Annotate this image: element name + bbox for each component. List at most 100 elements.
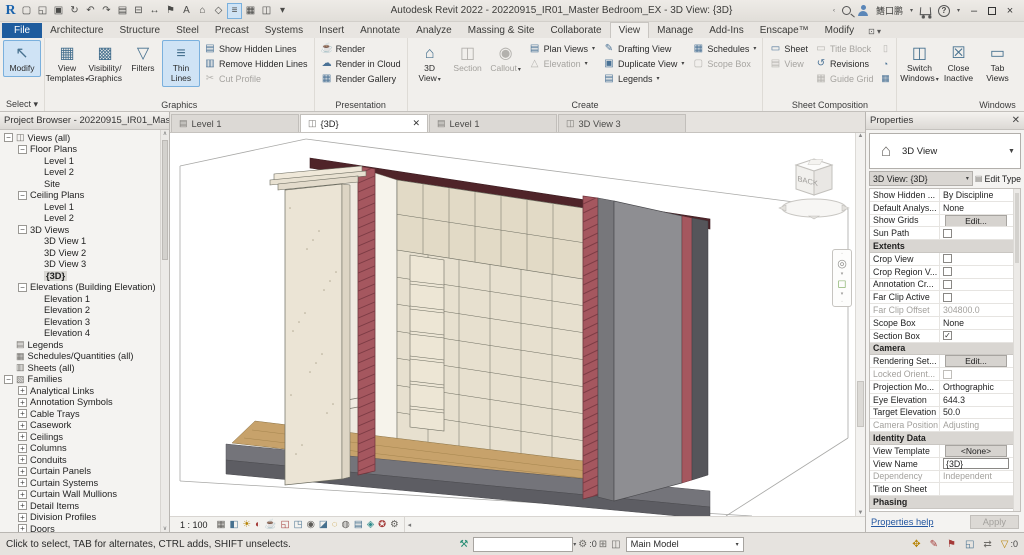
tree-item-conduits[interactable]: +Conduits [2, 454, 169, 466]
switchwindows-button[interactable]: ◫SwitchWindows▾ [900, 40, 938, 87]
presentation-group-label[interactable]: Presentation [315, 98, 407, 111]
checkbox-far-clip-active[interactable] [943, 293, 952, 302]
expand-icon[interactable]: + [18, 501, 27, 510]
ribbon-tab-file[interactable]: File [2, 23, 42, 38]
canvas-vertical-scrollbar[interactable]: ▲ ▼ [855, 133, 865, 516]
checkbox-sun-path[interactable] [943, 229, 952, 238]
tree-item-3d-view-3[interactable]: 3D View 3 [2, 259, 169, 271]
customize-qat-icon[interactable]: ▾ [275, 3, 290, 19]
property-value[interactable]: By Discipline [940, 189, 1020, 201]
plan-views-button[interactable]: ▤Plan Views▾ [526, 41, 598, 56]
collapse-arrow-icon[interactable]: ‹ [833, 8, 835, 14]
tree-item-curtain-wall-mullions[interactable]: +Curtain Wall Mullions [2, 489, 169, 501]
guide-grid-options-icon[interactable]: ▦ [877, 71, 893, 86]
view-tab-3d-view-3[interactable]: ◫3D View 3 [558, 114, 686, 132]
tree-item-ceiling-plans[interactable]: −Ceiling Plans [2, 190, 169, 202]
ribbon-tab-enscape[interactable]: Enscape™ [752, 23, 817, 38]
search-icon[interactable] [842, 6, 851, 15]
properties-close-icon[interactable]: ✕ [1012, 115, 1020, 126]
collapse-icon[interactable]: − [18, 145, 27, 154]
ribbon-tab-structure[interactable]: Structure [111, 23, 168, 38]
aligned-dimension-icon[interactable]: ↔ [147, 3, 162, 19]
sheet-button[interactable]: ▭Sheet [766, 41, 811, 56]
expand-icon[interactable]: + [18, 432, 27, 441]
filter-icon[interactable]: ▽ [1001, 539, 1009, 550]
render-dialog-icon[interactable]: ☕ [265, 520, 277, 530]
tree-item-doors[interactable]: +Doors [2, 523, 169, 532]
select-group-label[interactable]: Select ▾ [0, 98, 44, 111]
main-model-icon[interactable]: ◫ [611, 539, 620, 550]
expand-icon[interactable]: + [18, 513, 27, 522]
tileviews-button[interactable]: ▤TileViews [1017, 40, 1024, 87]
minimize-button[interactable]: – [967, 5, 981, 17]
section-icon[interactable]: ◇ [211, 3, 226, 19]
tree-item-elevation-4[interactable]: Elevation 4 [2, 328, 169, 340]
tree-item-curtain-panels[interactable]: +Curtain Panels [2, 466, 169, 478]
property-value[interactable]: Edit... [940, 355, 1020, 367]
ribbon-tab-insert[interactable]: Insert [311, 23, 352, 38]
ribbon-tab-annotate[interactable]: Annotate [352, 23, 408, 38]
tree-item-3d-view-1[interactable]: 3D View 1 [2, 236, 169, 248]
properties-scrollbar[interactable] [1013, 189, 1020, 511]
expand-icon[interactable]: + [18, 398, 27, 407]
property-value[interactable]: 644.3 [940, 394, 1020, 406]
show-hidden-lines-button[interactable]: ▤Show Hidden Lines [201, 41, 311, 56]
expand-icon[interactable]: + [18, 409, 27, 418]
thinlines-button[interactable]: ≡ThinLines [162, 40, 200, 87]
tree-item-columns[interactable]: +Columns [2, 443, 169, 455]
render-gallery-button[interactable]: ▦Render Gallery [318, 71, 404, 86]
windows-group-label[interactable]: Windows [897, 98, 1024, 111]
displace-elements-icon[interactable]: ◈ [367, 520, 374, 530]
instance-selector[interactable]: 3D View: {3D}▾ [869, 171, 973, 186]
view-template-edit-button[interactable]: <None> [945, 445, 1007, 457]
tree-item-cable-trays[interactable]: +Cable Trays [2, 408, 169, 420]
closeinactive-button[interactable]: ☒CloseInactive [939, 40, 977, 87]
type-selector-dropdown-icon[interactable]: ▼ [1008, 148, 1020, 155]
navbar-more-icon[interactable]: ▾ [841, 291, 844, 297]
viewcube[interactable]: BACK [774, 147, 854, 229]
revit-logo[interactable]: R [3, 3, 18, 19]
model-viewport[interactable]: BACK ◦ ◎ ▾ ◻ ▾ ◦ ▲ ▼ [170, 132, 865, 516]
modify-panel-toggle[interactable]: ⊡ ▾ [862, 25, 887, 38]
workset-dropdown-icon[interactable]: ▾ [573, 541, 576, 548]
3dview-button[interactable]: ⌂3DView▾ [411, 40, 449, 87]
property-value[interactable]: Independent [940, 471, 1020, 483]
type-selector[interactable]: ⌂ 3D View ▼ [869, 133, 1021, 169]
ribbon-tab-collaborate[interactable]: Collaborate [542, 23, 609, 38]
property-value[interactable]: 304800.0 [940, 304, 1020, 316]
close-button[interactable]: × [1003, 5, 1017, 17]
select-underlay-icon[interactable]: ✎ [930, 539, 938, 550]
crop-view-icon[interactable]: ◱ [281, 520, 290, 530]
create-group-label[interactable]: Create [408, 98, 763, 111]
rendering-set-edit-button[interactable]: Edit... [945, 355, 1007, 367]
active-workset-box[interactable] [473, 537, 573, 552]
help-icon[interactable]: ? [938, 5, 950, 17]
tree-item-elevation-3[interactable]: Elevation 3 [2, 316, 169, 328]
property-value[interactable]: 50.0 [940, 407, 1020, 419]
collapse-icon[interactable]: − [4, 375, 13, 384]
revisions-button[interactable]: ↺Revisions [812, 56, 877, 71]
tree-item-sheets-all[interactable]: ▥Sheets (all) [2, 362, 169, 374]
property-value[interactable] [940, 279, 1020, 291]
checkbox-section-box[interactable]: ✓ [943, 331, 952, 340]
checkbox-crop-region-v[interactable] [943, 267, 952, 276]
render-in-cloud-button[interactable]: ☁Render in Cloud [318, 56, 404, 71]
tree-item-detail-items[interactable]: +Detail Items [2, 500, 169, 512]
measure-icon[interactable]: ⊟ [131, 3, 146, 19]
tree-item-elevation-1[interactable]: Elevation 1 [2, 293, 169, 305]
temporary-view-properties-icon[interactable]: ▤ [354, 520, 363, 530]
project-browser-scrollbar[interactable]: ∧∨ [160, 130, 169, 532]
sync-icon[interactable]: ↻ [67, 3, 82, 19]
tree-item-floor-plans[interactable]: −Floor Plans [2, 144, 169, 156]
tree-item-annotation-symbols[interactable]: +Annotation Symbols [2, 397, 169, 409]
ribbon-tab-manage[interactable]: Manage [649, 23, 701, 38]
property-value[interactable]: Orthographic [940, 381, 1020, 393]
properties-header[interactable]: Properties ✕ [866, 112, 1024, 130]
collapse-icon[interactable]: − [18, 191, 27, 200]
tree-item-division-profiles[interactable]: +Division Profiles [2, 512, 169, 524]
ribbon-tab-modify[interactable]: Modify [817, 23, 862, 38]
tree-item-level-1[interactable]: Level 1 [2, 201, 169, 213]
print-icon[interactable]: ▤ [115, 3, 130, 19]
thin-lines-icon[interactable]: ≡ [227, 3, 242, 19]
canvas-vscroll-thumb[interactable] [857, 381, 864, 427]
